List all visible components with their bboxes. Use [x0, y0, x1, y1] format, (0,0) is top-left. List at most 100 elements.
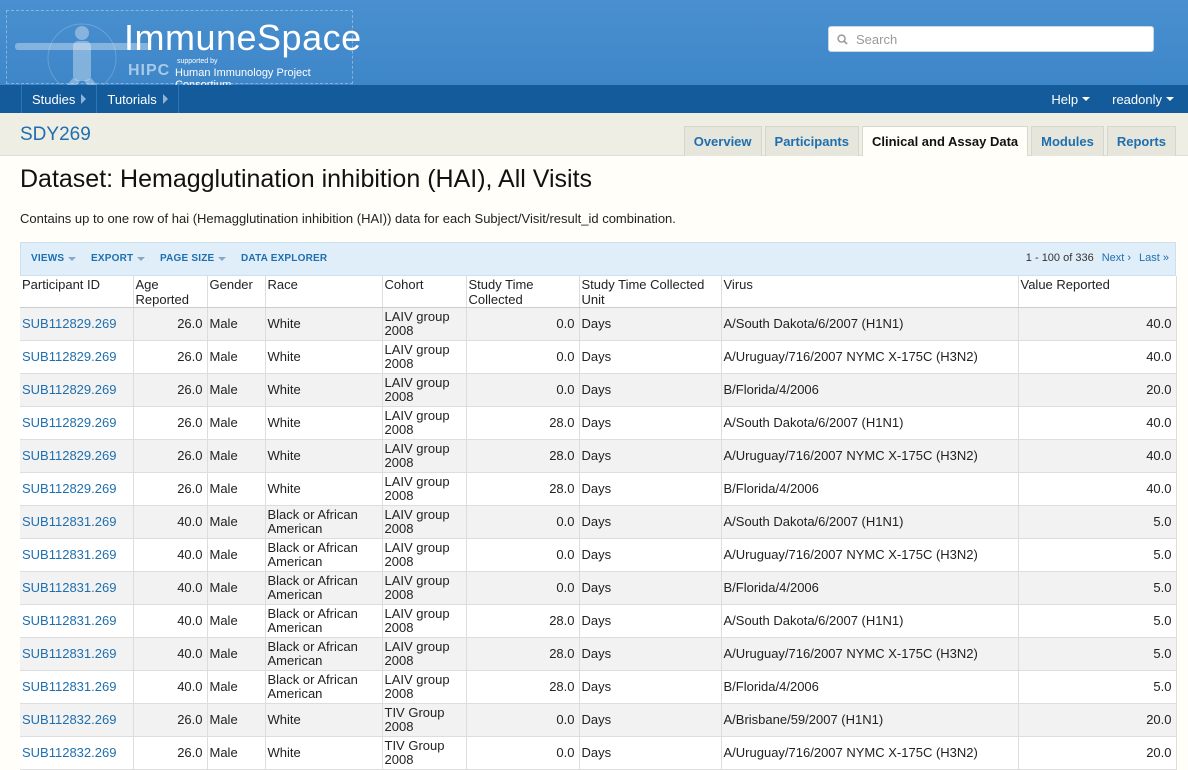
logo-area[interactable]: ImmuneSpace HIPC supported by Human Immu…: [6, 10, 361, 85]
cell-age-reported: 26.0: [133, 340, 208, 374]
participant-link[interactable]: SUB112832.269: [22, 712, 116, 727]
cell-cohort: LAIV group 2008: [382, 406, 467, 440]
tab-participants[interactable]: Participants: [764, 126, 859, 156]
cell-age-reported: 40.0: [133, 538, 208, 572]
cell-age-reported: 40.0: [133, 505, 208, 539]
study-id-link[interactable]: SDY269: [20, 124, 91, 146]
search-input[interactable]: [854, 30, 1138, 48]
last-page-link[interactable]: Last »: [1139, 252, 1169, 264]
cell-race: Black or African American: [265, 670, 383, 704]
cell-race: Black or African American: [265, 637, 383, 671]
cell-study-time-collected: 28.0: [466, 637, 580, 671]
cell-study-time-collected: 28.0: [466, 439, 580, 473]
cell-gender: Male: [207, 406, 266, 440]
cell-virus: A/Uruguay/716/2007 NYMC X-175C (H3N2): [721, 439, 1019, 473]
tab-clinical-assay-data[interactable]: Clinical and Assay Data: [861, 126, 1029, 156]
cell-study-time-collected: 28.0: [466, 604, 580, 638]
next-page-link[interactable]: Next ›: [1102, 252, 1131, 264]
cell-cohort: LAIV group 2008: [382, 538, 467, 572]
tab-modules[interactable]: Modules: [1031, 126, 1104, 156]
cell-virus: A/Uruguay/716/2007 NYMC X-175C (H3N2): [721, 538, 1019, 572]
cell-participant-id: SUB112829.269: [20, 373, 134, 407]
participant-link[interactable]: SUB112832.269: [22, 745, 116, 760]
data-explorer-button[interactable]: DATA EXPLORER: [241, 253, 327, 264]
cell-participant-id: SUB112829.269: [20, 439, 134, 473]
cell-participant-id: SUB112829.269: [20, 472, 134, 506]
tab-reports[interactable]: Reports: [1106, 126, 1176, 156]
search-icon: [837, 33, 848, 45]
cell-gender: Male: [207, 637, 266, 671]
cell-study-time-collected-unit: Days: [579, 571, 722, 605]
column-header-age-reported[interactable]: Age Reported: [133, 276, 208, 308]
views-button[interactable]: VIEWS: [31, 253, 77, 264]
export-button[interactable]: EXPORT: [91, 253, 146, 264]
table-row: SUB112831.269 40.0 Male Black or African Am…: [20, 604, 1177, 638]
cell-participant-id: SUB112831.269: [20, 538, 134, 572]
cell-age-reported: 40.0: [133, 670, 208, 704]
nav-tutorials[interactable]: Tutorials: [96, 85, 179, 113]
participant-link[interactable]: SUB112829.269: [22, 316, 116, 331]
caret-down-icon: [68, 256, 77, 261]
user-menu[interactable]: readonly: [1112, 92, 1174, 107]
cell-virus: B/Florida/4/2006: [721, 571, 1019, 605]
participant-link[interactable]: SUB112831.269: [22, 679, 116, 694]
participant-link[interactable]: SUB112831.269: [22, 547, 116, 562]
participant-link[interactable]: SUB112831.269: [22, 514, 116, 529]
cell-age-reported: 26.0: [133, 472, 208, 506]
cell-study-time-collected-unit: Days: [579, 439, 722, 473]
tab-overview[interactable]: Overview: [683, 126, 762, 156]
cell-virus: A/Uruguay/716/2007 NYMC X-175C (H3N2): [721, 340, 1019, 374]
cell-study-time-collected-unit: Days: [579, 637, 722, 671]
participant-link[interactable]: SUB112829.269: [22, 349, 116, 364]
cell-study-time-collected: 0.0: [466, 340, 580, 374]
cell-study-time-collected: 0.0: [466, 373, 580, 407]
column-header-participant-id[interactable]: Participant ID: [20, 276, 134, 308]
table-row: SUB112831.269 40.0 Male Black or African Am…: [20, 538, 1177, 572]
participant-link[interactable]: SUB112829.269: [22, 448, 116, 463]
column-header-study-time-collected-unit[interactable]: Study Time Collected Unit: [579, 276, 722, 308]
cell-value-reported: 5.0: [1018, 538, 1177, 572]
data-grid: Participant ID Age Reported Gender Race Coho…: [20, 276, 1177, 770]
table-row: SUB112831.269 40.0 Male Black or African Am…: [20, 505, 1177, 539]
table-row: SUB112831.269 40.0 Male Black or African Am…: [20, 637, 1177, 671]
participant-link[interactable]: SUB112831.269: [22, 613, 116, 628]
chevron-right-icon: [162, 94, 168, 104]
table-row: SUB112832.269 26.0 Male White TIV Group 2008…: [20, 703, 1177, 737]
search-box[interactable]: [828, 26, 1154, 52]
cell-gender: Male: [207, 340, 266, 374]
nav-studies[interactable]: Studies: [21, 85, 96, 113]
paging-info: 1 - 100 of 336 Next › Last »: [1026, 252, 1169, 264]
participant-link[interactable]: SUB112829.269: [22, 415, 116, 430]
cell-value-reported: 5.0: [1018, 670, 1177, 704]
user-label: readonly: [1112, 91, 1162, 107]
column-header-race[interactable]: Race: [265, 276, 383, 308]
participant-link[interactable]: SUB112829.269: [22, 481, 116, 496]
participant-link[interactable]: SUB112831.269: [22, 646, 116, 661]
cell-cohort: LAIV group 2008: [382, 670, 467, 704]
table-row: SUB112831.269 40.0 Male Black or African Am…: [20, 670, 1177, 704]
column-header-cohort[interactable]: Cohort: [382, 276, 467, 308]
caret-down-icon: [1166, 97, 1174, 101]
page-size-button[interactable]: PAGE SIZE: [160, 253, 227, 264]
cell-race: Black or African American: [265, 604, 383, 638]
cell-cohort: LAIV group 2008: [382, 439, 467, 473]
cell-cohort: LAIV group 2008: [382, 571, 467, 605]
cell-value-reported: 40.0: [1018, 307, 1177, 341]
help-menu[interactable]: Help: [1051, 92, 1091, 107]
column-header-value-reported[interactable]: Value Reported: [1018, 276, 1177, 308]
cell-race: Black or African American: [265, 571, 383, 605]
cell-participant-id: SUB112832.269: [20, 703, 134, 737]
participant-link[interactable]: SUB112831.269: [22, 580, 116, 595]
column-header-virus[interactable]: Virus: [721, 276, 1019, 308]
table-row: SUB112829.269 26.0 Male White LAIV group 200…: [20, 307, 1177, 341]
column-header-study-time-collected[interactable]: Study Time Collected: [466, 276, 580, 308]
cell-value-reported: 40.0: [1018, 472, 1177, 506]
cell-participant-id: SUB112829.269: [20, 307, 134, 341]
column-header-gender[interactable]: Gender: [207, 276, 266, 308]
caret-down-icon: [137, 256, 146, 261]
cell-study-time-collected: 28.0: [466, 670, 580, 704]
participant-link[interactable]: SUB112829.269: [22, 382, 116, 397]
brand-title: ImmuneSpace: [124, 17, 362, 58]
cell-value-reported: 20.0: [1018, 703, 1177, 737]
cell-age-reported: 26.0: [133, 703, 208, 737]
